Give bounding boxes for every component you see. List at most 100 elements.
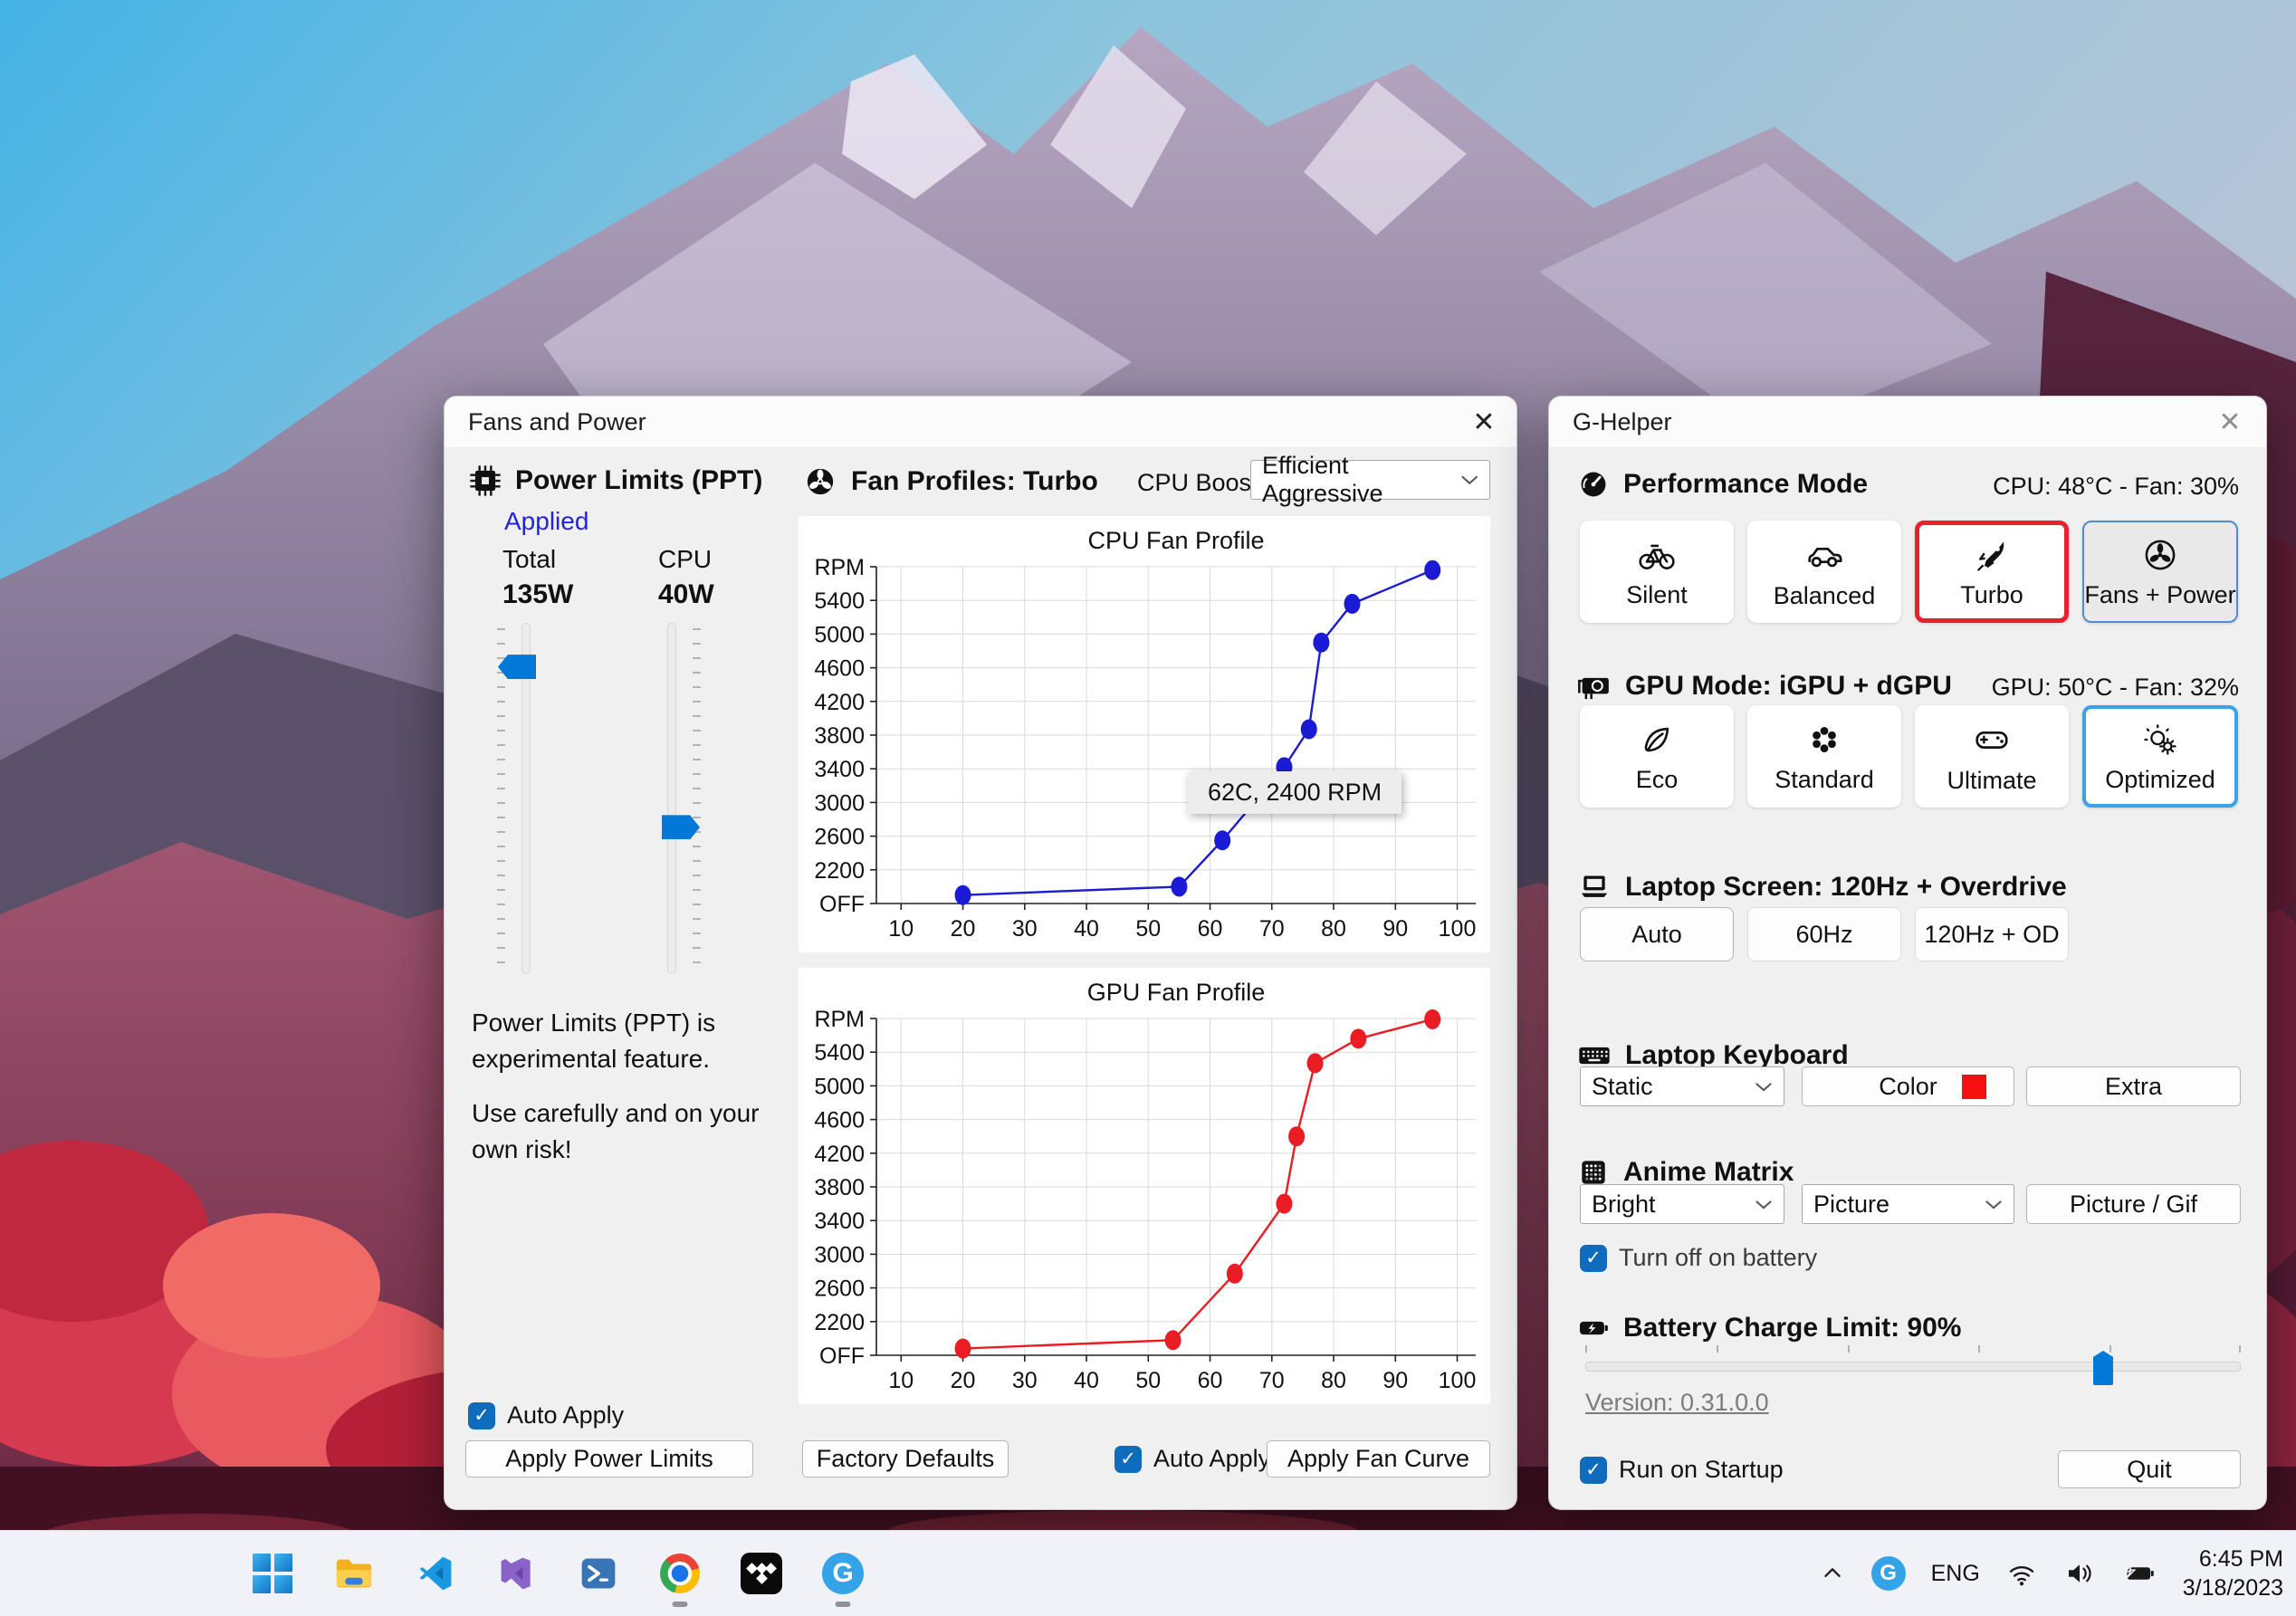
fan-auto-apply-label: Auto Apply: [1153, 1445, 1271, 1472]
svg-text:3000: 3000: [814, 1242, 865, 1267]
laptop-icon: [1581, 875, 1608, 897]
power-auto-apply-label: Auto Apply: [507, 1401, 625, 1429]
clock[interactable]: 6:45 PM 3/18/2023: [2183, 1544, 2283, 1602]
ghelper-close-icon[interactable]: ✕: [2210, 404, 2250, 442]
keyboard-mode-dropdown[interactable]: Static: [1580, 1066, 1784, 1106]
vscode-icon: [419, 1556, 452, 1591]
language-indicator[interactable]: ENG: [1931, 1561, 1980, 1587]
apply-power-limits-button[interactable]: Apply Power Limits: [465, 1440, 753, 1477]
cpu-fan-chart[interactable]: 10 20 30 40 50 60 70 80 90 100 OFF 2200 2600 3000 3400…: [799, 516, 1490, 952]
start-button[interactable]: [252, 1553, 293, 1594]
svg-text:40: 40: [1074, 1368, 1099, 1393]
silent-mode-button[interactable]: Silent: [1580, 521, 1734, 623]
fans-window-close-icon[interactable]: ✕: [1464, 404, 1504, 442]
svg-text:5000: 5000: [814, 1074, 865, 1099]
gpu-temp-status: GPU: 50°C - Fan: 32%: [1991, 674, 2239, 701]
screen-120hz-od-button[interactable]: 120Hz + OD: [1915, 907, 2069, 961]
cpu-slider-track[interactable]: [667, 623, 676, 974]
matrix-picture-gif-button[interactable]: Picture / Gif: [2026, 1184, 2241, 1224]
car-icon: [1808, 547, 1842, 567]
battery-tray-icon[interactable]: [2121, 1557, 2157, 1590]
total-power-slider[interactable]: [497, 623, 555, 974]
matrix-brightness-value: Bright: [1592, 1190, 1656, 1218]
optimized-gpu-button[interactable]: Optimized: [2082, 705, 2238, 808]
fans-window-titlebar[interactable]: Fans and Power ✕: [445, 397, 1516, 448]
turbo-mode-button[interactable]: Turbo: [1915, 521, 2069, 623]
chrome-button[interactable]: [659, 1553, 701, 1607]
run-on-startup-row[interactable]: ✓ Run on Startup: [1580, 1456, 1784, 1484]
volume-icon[interactable]: [2063, 1557, 2096, 1590]
tidal-button[interactable]: [741, 1553, 782, 1594]
keyboard-color-swatch: [1962, 1075, 1986, 1099]
fan-auto-apply-row[interactable]: ✓ Auto Apply: [1115, 1445, 1270, 1473]
cpu-power-slider[interactable]: [643, 623, 701, 974]
chevron-down-icon: [1985, 1200, 2002, 1209]
svg-text:10: 10: [888, 916, 914, 942]
matrix-brightness-dropdown[interactable]: Bright: [1580, 1184, 1784, 1224]
svg-text:90: 90: [1382, 916, 1408, 942]
tray-chevron-up-icon[interactable]: [1819, 1560, 1846, 1587]
svg-text:20: 20: [951, 916, 976, 942]
matrix-battery-checkbox-row[interactable]: ✓ Turn off on battery: [1580, 1244, 1817, 1272]
version-link[interactable]: Version: 0.31.0.0: [1585, 1389, 1769, 1417]
check-icon: ✓: [1585, 1459, 1602, 1480]
gpu-fan-chart[interactable]: 10 20 30 40 50 60 70 80 90 100 OFF 2200 2600 3000 3400…: [799, 968, 1490, 1404]
svg-text:100: 100: [1439, 916, 1477, 942]
svg-text:2600: 2600: [814, 1277, 865, 1302]
chevron-down-icon: [1755, 1200, 1772, 1209]
cpu-boost-dropdown[interactable]: Efficient Aggressive: [1250, 452, 1490, 507]
matrix-mode-dropdown[interactable]: Picture: [1802, 1184, 2014, 1224]
ghelper-tray-icon[interactable]: G: [1870, 1556, 1906, 1591]
svg-text:50: 50: [1135, 1368, 1161, 1393]
svg-text:40: 40: [1074, 916, 1099, 942]
apply-fan-curve-button[interactable]: Apply Fan Curve: [1267, 1440, 1490, 1477]
turn-off-on-battery-checkbox[interactable]: ✓: [1580, 1244, 1607, 1272]
power-limits-heading-row: Power Limits (PPT): [468, 464, 762, 498]
gpu-card-icon: [1578, 677, 1609, 700]
fan-icon: [807, 468, 834, 495]
svg-text:CPU Fan Profile: CPU Fan Profile: [1087, 527, 1264, 554]
clock-time: 6:45 PM: [2198, 1546, 2283, 1572]
fan-profiles-heading-row: Fan Profiles: Turbo: [802, 464, 1098, 500]
fans-power-button[interactable]: Fans + Power: [2082, 521, 2238, 623]
powershell-button[interactable]: [578, 1553, 619, 1594]
vscode-button[interactable]: [415, 1553, 456, 1594]
ghelper-title: G-Helper: [1573, 408, 1672, 435]
run-on-startup-checkbox[interactable]: ✓: [1580, 1456, 1607, 1484]
fan-auto-apply-checkbox[interactable]: ✓: [1115, 1445, 1142, 1473]
battery-limit-slider[interactable]: [1585, 1343, 2241, 1387]
power-auto-apply-checkbox[interactable]: ✓: [468, 1401, 495, 1430]
screen-60hz-button[interactable]: 60Hz: [1747, 907, 1901, 961]
eco-gpu-button[interactable]: Eco: [1580, 705, 1734, 808]
battery-slider-thumb[interactable]: [2092, 1351, 2113, 1385]
total-value: 135W: [502, 579, 574, 609]
svg-text:80: 80: [1321, 916, 1346, 942]
fans-window-title: Fans and Power: [468, 408, 646, 435]
power-auto-apply-row[interactable]: ✓ Auto Apply: [468, 1401, 624, 1430]
taskbar: G G ENG 6:45 PM 3/18/2023: [0, 1530, 2296, 1616]
keyboard-extra-button[interactable]: Extra: [2026, 1066, 2241, 1106]
svg-text:3800: 3800: [814, 1175, 865, 1200]
turn-off-on-battery-label: Turn off on battery: [1619, 1244, 1818, 1271]
standard-gpu-button[interactable]: Standard: [1747, 705, 1901, 808]
cpu-temp-status: CPU: 48°C - Fan: 30%: [1993, 473, 2239, 500]
screen-auto-button[interactable]: Auto: [1580, 907, 1734, 961]
balanced-mode-button[interactable]: Balanced: [1747, 521, 1901, 623]
battery-slider-track[interactable]: [1585, 1362, 2241, 1372]
keyboard-color-button[interactable]: Color: [1802, 1066, 2014, 1106]
svg-text:50: 50: [1135, 916, 1161, 942]
wifi-icon[interactable]: [2005, 1557, 2038, 1590]
svg-text:4200: 4200: [814, 690, 865, 715]
svg-text:3400: 3400: [814, 1209, 865, 1234]
visual-studio-button[interactable]: [496, 1553, 538, 1594]
ultimate-gpu-button[interactable]: Ultimate: [1915, 705, 2069, 808]
speedometer-icon: [1581, 472, 1606, 497]
file-explorer-button[interactable]: [333, 1553, 375, 1594]
ghelper-titlebar[interactable]: G-Helper ✕: [1549, 397, 2266, 448]
quit-button[interactable]: Quit: [2058, 1450, 2241, 1488]
ghelper-taskbar-button[interactable]: G: [822, 1553, 864, 1607]
matrix-heading: Anime Matrix: [1623, 1157, 1794, 1187]
risk-note: Use carefully and on your own risk!: [472, 1099, 760, 1163]
factory-defaults-button[interactable]: Factory Defaults: [802, 1440, 1009, 1477]
gpu-heading: GPU Mode: iGPU + dGPU: [1625, 671, 1952, 701]
